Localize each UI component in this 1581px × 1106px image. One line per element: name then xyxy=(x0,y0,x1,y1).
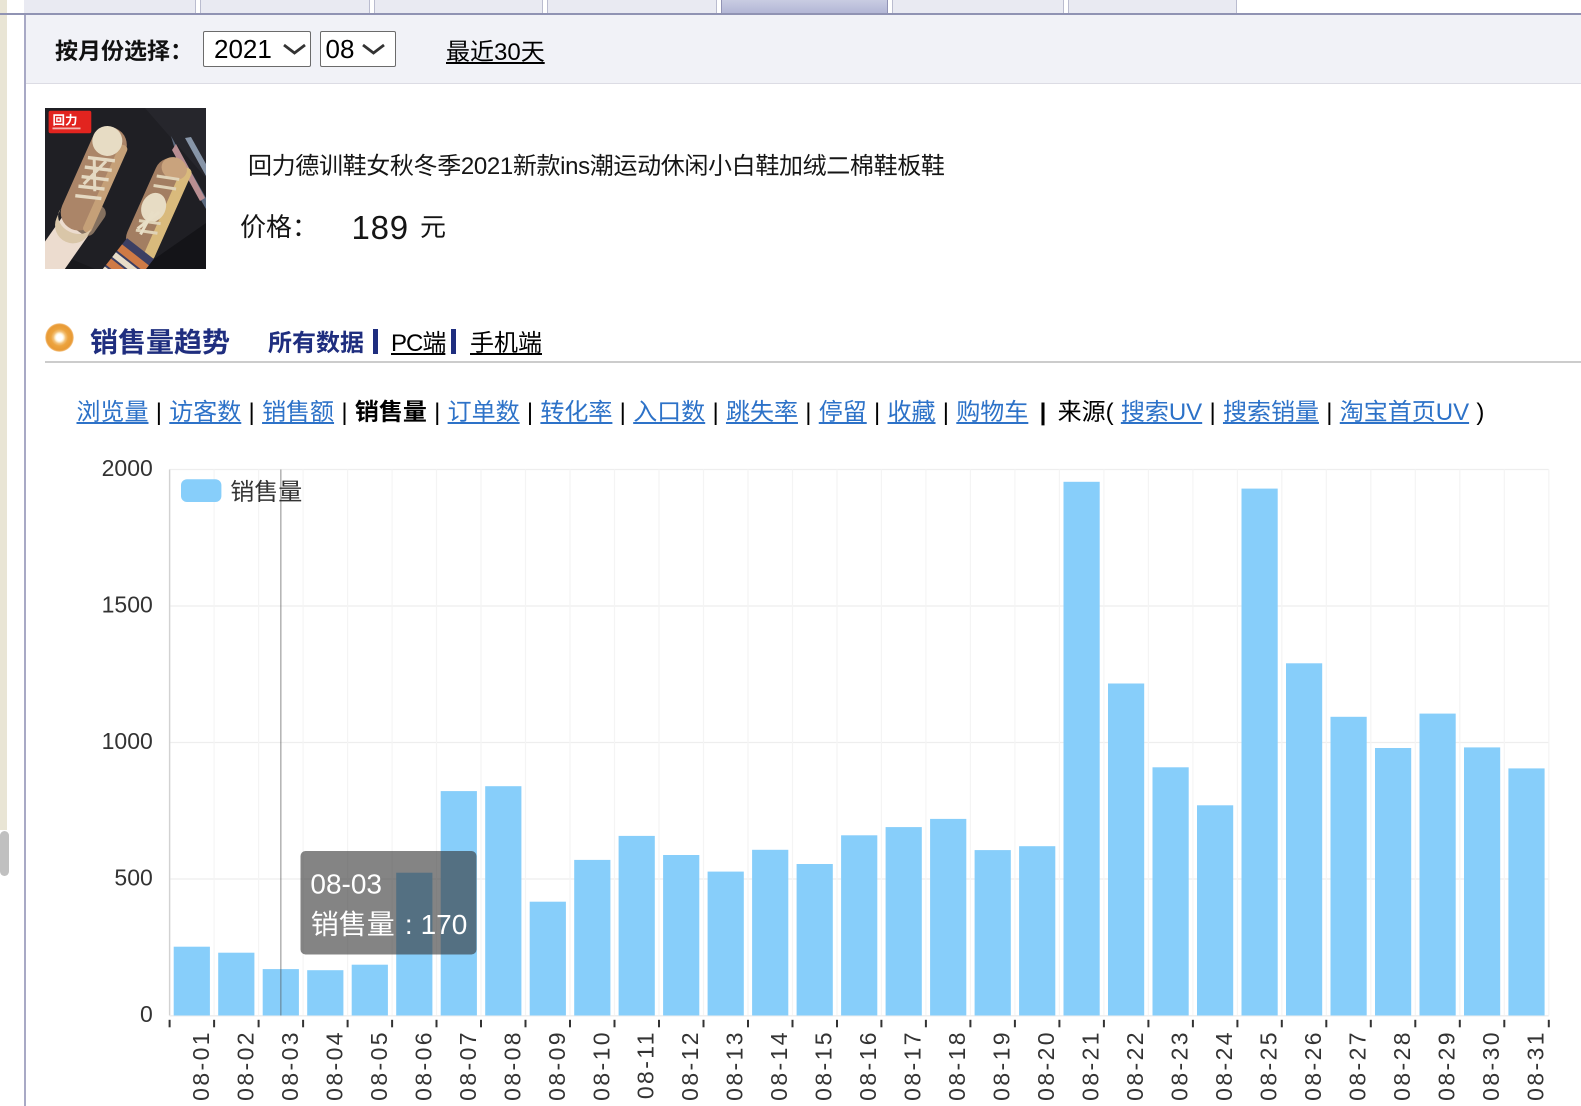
svg-text:08-05: 08-05 xyxy=(366,1030,392,1101)
svg-text:08-15: 08-15 xyxy=(811,1030,837,1101)
svg-text:08-10: 08-10 xyxy=(588,1030,614,1101)
svg-text:08-25: 08-25 xyxy=(1256,1030,1282,1101)
svg-text:08-03: 08-03 xyxy=(310,869,382,900)
svg-text:08-03: 08-03 xyxy=(277,1030,303,1101)
svg-text:1000: 1000 xyxy=(102,728,153,754)
svg-text:销售量: 销售量 xyxy=(230,472,302,507)
svg-text:销售量:170: 销售量:170 xyxy=(311,903,468,943)
svg-text:08-20: 08-20 xyxy=(1033,1030,1059,1101)
svg-text:08-22: 08-22 xyxy=(1122,1030,1148,1101)
svg-text:08-18: 08-18 xyxy=(944,1030,970,1101)
svg-text:08-16: 08-16 xyxy=(855,1030,881,1101)
svg-text:08-06: 08-06 xyxy=(410,1030,436,1101)
svg-text:08-19: 08-19 xyxy=(989,1030,1015,1101)
svg-text:08-08: 08-08 xyxy=(499,1030,525,1101)
svg-text:0: 0 xyxy=(140,1001,153,1027)
svg-text:08-30: 08-30 xyxy=(1478,1030,1504,1101)
svg-text:08-29: 08-29 xyxy=(1434,1030,1460,1101)
svg-text:08-12: 08-12 xyxy=(677,1030,703,1101)
svg-text:08-04: 08-04 xyxy=(321,1030,347,1101)
svg-text:08-14: 08-14 xyxy=(766,1030,792,1101)
svg-text:08-07: 08-07 xyxy=(455,1030,481,1101)
svg-text:08-26: 08-26 xyxy=(1300,1030,1326,1101)
svg-text:08-31: 08-31 xyxy=(1523,1030,1549,1101)
svg-text:08-27: 08-27 xyxy=(1345,1030,1371,1101)
svg-text:回力: 回力 xyxy=(53,110,78,129)
svg-text:1500: 1500 xyxy=(102,591,153,617)
svg-text:08-28: 08-28 xyxy=(1389,1030,1415,1101)
svg-text:08-01: 08-01 xyxy=(188,1030,214,1101)
svg-text:2000: 2000 xyxy=(102,455,153,481)
svg-text:500: 500 xyxy=(114,864,152,890)
svg-text:08-21: 08-21 xyxy=(1078,1030,1104,1101)
svg-text:08-11: 08-11 xyxy=(633,1030,659,1099)
svg-text:08-13: 08-13 xyxy=(722,1030,748,1101)
svg-text:08-02: 08-02 xyxy=(232,1030,258,1101)
svg-text:08-23: 08-23 xyxy=(1167,1030,1193,1101)
svg-text:08-09: 08-09 xyxy=(544,1030,570,1101)
svg-text:08-24: 08-24 xyxy=(1211,1030,1237,1101)
svg-text:08-17: 08-17 xyxy=(900,1030,926,1101)
